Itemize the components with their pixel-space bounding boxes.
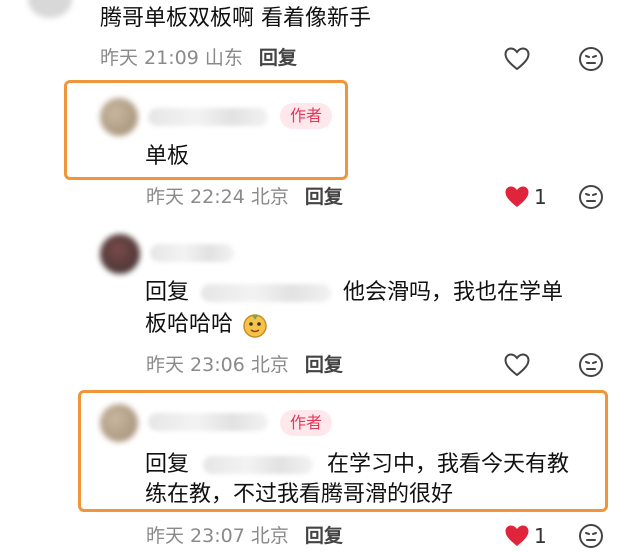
comment-location: 北京 xyxy=(250,525,289,547)
comment-time: 昨天 22:24 xyxy=(146,186,245,208)
like-button[interactable] xyxy=(502,182,532,212)
reply-prefix: 回复 xyxy=(145,280,190,305)
like-button[interactable] xyxy=(502,44,532,74)
masked-username xyxy=(148,108,268,126)
comment-time: 昨天 23:07 xyxy=(146,525,245,547)
comment-text-line1: 他会滑吗，我也在学单 xyxy=(343,280,564,305)
emoji-button[interactable] xyxy=(576,182,606,212)
reply-prefix: 回复 xyxy=(145,452,190,477)
heart-outline-icon xyxy=(504,353,530,377)
comment-text-line1: 在学习中，我看今天有教 xyxy=(327,452,570,477)
masked-username xyxy=(148,413,268,431)
doge-emoji-icon xyxy=(242,312,268,338)
reply-button[interactable]: 回复 xyxy=(259,47,297,69)
comment-time: 昨天 21:09 xyxy=(100,47,199,69)
emoji-button[interactable] xyxy=(576,44,606,74)
author-tag: 作者 xyxy=(280,410,333,436)
comment-text: 回复 在学习中，我看今天有教 xyxy=(145,450,569,480)
comment-meta: 昨天 23:07 北京 回复 xyxy=(146,523,343,549)
masked-mention xyxy=(203,456,314,474)
avatar[interactable] xyxy=(28,0,72,18)
comment-location: 北京 xyxy=(250,354,289,376)
reply-button[interactable]: 回复 xyxy=(305,354,343,376)
emoji-button[interactable] xyxy=(576,521,606,551)
like-button[interactable] xyxy=(502,521,532,551)
masked-mention xyxy=(201,284,332,302)
heart-filled-icon xyxy=(505,525,529,546)
comment-meta: 昨天 23:06 北京 回复 xyxy=(146,352,343,378)
comment-text-line2: 板哈哈哈 xyxy=(145,310,268,340)
reply-button[interactable]: 回复 xyxy=(305,186,343,208)
emoji-button[interactable] xyxy=(576,350,606,380)
comment-text: 单板 xyxy=(145,144,190,169)
avatar[interactable] xyxy=(100,98,138,136)
comment-text-line2: 练在教，不过我看腾哥滑的很好 xyxy=(145,482,454,507)
comment-meta: 昨天 21:09 山东 回复 xyxy=(100,45,297,71)
avatar[interactable] xyxy=(100,234,140,274)
emoji-face-icon xyxy=(579,185,603,209)
emoji-face-icon xyxy=(579,353,603,377)
comment-location: 山东 xyxy=(204,47,243,69)
like-count: 1 xyxy=(534,524,547,548)
comment-text: 腾哥单板双板啊 看着像新手 xyxy=(100,6,371,31)
heart-filled-icon xyxy=(505,186,529,207)
like-count: 1 xyxy=(534,185,547,209)
author-tag: 作者 xyxy=(280,103,333,129)
avatar[interactable] xyxy=(100,404,138,442)
comment-time: 昨天 23:06 xyxy=(146,354,245,376)
reply-button[interactable]: 回复 xyxy=(305,525,343,547)
like-button[interactable] xyxy=(502,350,532,380)
comment-text: 回复 他会滑吗，我也在学单 xyxy=(145,278,563,308)
emoji-face-icon xyxy=(579,47,603,71)
heart-outline-icon xyxy=(504,47,530,71)
comment-meta: 昨天 22:24 北京 回复 xyxy=(146,184,343,210)
comment-location: 北京 xyxy=(250,186,289,208)
masked-username xyxy=(150,244,234,262)
emoji-face-icon xyxy=(579,524,603,548)
